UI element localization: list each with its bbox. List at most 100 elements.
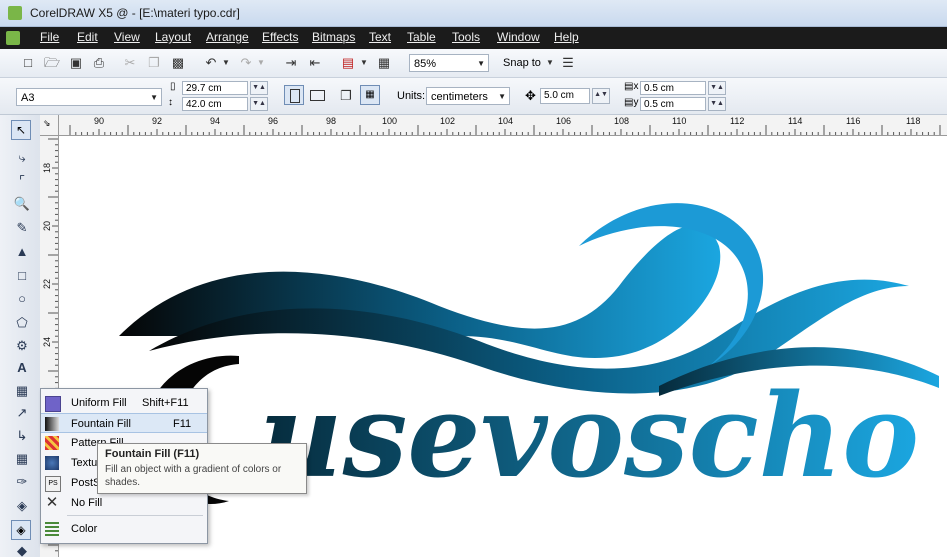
shape-tool-icon[interactable]: ⤷ (13, 149, 31, 167)
nudge-spinner[interactable]: ▲▼ (592, 88, 610, 104)
uniform-fill-item[interactable]: Uniform Fill Shift+F11 (41, 393, 207, 413)
application-launcher-icon[interactable]: ▤ (340, 55, 356, 71)
duplicate-distance-y-field[interactable]: 0.5 cm (640, 97, 706, 111)
ruler-label: 24 (42, 336, 52, 347)
ruler-origin-corner[interactable]: ⇘ (40, 115, 59, 136)
ruler-label: 104 (498, 116, 514, 126)
artwork-word[interactable]: usevoscho (259, 369, 919, 504)
tooltip-description: Fill an object with a gradient of colors… (105, 464, 282, 488)
tooltip-title: Fountain Fill (F11) (105, 448, 200, 460)
current-page-button[interactable]: ▦ (360, 85, 380, 105)
menu-edit[interactable]: Edit (77, 30, 98, 44)
redo-dropdown-icon[interactable]: ▼ (253, 55, 269, 71)
dimension-tool-icon[interactable]: ↗ (13, 404, 31, 422)
cut-icon[interactable]: ✂ (122, 55, 138, 71)
fill-tool-icon[interactable]: ◈ (11, 520, 31, 540)
smart-fill-tool-icon[interactable]: ▲ (13, 243, 31, 261)
connector-tool-icon[interactable]: ↳ (13, 427, 31, 445)
landscape-button[interactable] (310, 90, 325, 101)
page-height-field[interactable]: 42.0 cm (182, 97, 248, 111)
duplicate-distance-x-field[interactable]: 0.5 cm (640, 81, 706, 95)
menu-table[interactable]: Table (407, 30, 436, 44)
units-label: Units: (397, 90, 426, 102)
menu-text[interactable]: Text (369, 30, 391, 44)
no-fill-icon: ✕ (45, 494, 59, 511)
table-tool-icon[interactable]: ▦ (13, 382, 31, 400)
fountain-fill-item[interactable]: Fountain Fill F11 (41, 413, 207, 433)
units-combo[interactable]: centimeters ▼ (426, 87, 510, 105)
no-fill-item[interactable]: ✕ No Fill (41, 493, 207, 513)
menu-help[interactable]: Help (554, 30, 579, 44)
rectangle-tool-icon[interactable]: □ (13, 267, 31, 285)
export-icon[interactable]: ⇤ (307, 55, 323, 71)
ruler-label: 18 (42, 162, 52, 173)
menu-layout[interactable]: Layout (155, 30, 191, 44)
pattern-fill-icon (45, 436, 59, 450)
ruler-label: 22 (42, 278, 52, 289)
portrait-icon (290, 89, 300, 103)
ruler-label: 106 (556, 116, 572, 126)
new-document-icon[interactable]: □ (20, 55, 36, 71)
launcher-dropdown-icon[interactable]: ▼ (356, 55, 372, 71)
paste-icon[interactable]: ▩ (170, 55, 186, 71)
color-docker-item[interactable]: Color (41, 519, 207, 539)
page-height-spinner[interactable]: ▼▲ (250, 97, 268, 111)
copy-icon[interactable]: ❐ (146, 55, 162, 71)
eyedropper-tool-icon[interactable]: ✑ (13, 473, 31, 491)
horizontal-ruler-ticks (69, 125, 941, 135)
snap-to-button[interactable]: Snap to (503, 57, 541, 69)
nudge-distance-field[interactable]: 5.0 cm (540, 88, 590, 104)
document-menu-icon[interactable] (6, 31, 20, 45)
page-width-icon: ▯ (170, 81, 176, 92)
undo-dropdown-icon[interactable]: ▼ (218, 55, 234, 71)
blend-tool-icon[interactable]: ▦ (13, 450, 31, 468)
ruler-label: 96 (268, 116, 279, 126)
duplicate-x-icon: ▤x (624, 81, 639, 92)
zoom-value: 85% (414, 58, 437, 70)
redo-icon[interactable]: ↷ (238, 55, 254, 71)
duplicate-x-spinner[interactable]: ▼▲ (708, 81, 726, 95)
crop-tool-icon[interactable]: ⌜ (13, 172, 31, 190)
ellipse-tool-icon[interactable]: ○ (13, 290, 31, 308)
page-size-combo[interactable]: A3 ▼ (16, 88, 162, 106)
freehand-tool-icon[interactable]: ✎ (13, 219, 31, 237)
snap-to-dropdown-icon[interactable]: ▼ (542, 55, 558, 71)
duplicate-y-spinner[interactable]: ▼▲ (708, 97, 726, 111)
portrait-button[interactable] (284, 85, 304, 105)
page-width-field[interactable]: 29.7 cm (182, 81, 248, 95)
menu-file[interactable]: File (40, 30, 59, 44)
zoom-tool-icon[interactable]: 🔍 (13, 195, 31, 213)
menu-bitmaps[interactable]: Bitmaps (312, 30, 355, 44)
save-icon[interactable]: ▣ (68, 55, 84, 71)
options-icon[interactable]: ☰ (560, 55, 576, 71)
zoom-levels-combo[interactable]: 85% ▼ (409, 54, 489, 72)
welcome-screen-icon[interactable]: ▦ (376, 55, 392, 71)
ruler-label: 100 (382, 116, 398, 126)
uniform-fill-icon (45, 396, 61, 412)
ruler-origin-icon: ⇘ (43, 118, 51, 128)
color-docker-icon (45, 522, 59, 536)
open-icon[interactable]: 🗁 (44, 55, 60, 71)
window-title: CorelDRAW X5 @ - [E:\materi typo.cdr] (30, 6, 240, 20)
menu-window[interactable]: Window (497, 30, 540, 44)
pick-tool-icon[interactable]: ↖ (11, 120, 31, 140)
all-pages-icon[interactable]: ❐ (338, 88, 354, 104)
menu-effects[interactable]: Effects (262, 30, 298, 44)
basic-shapes-tool-icon[interactable]: ⚙ (13, 337, 31, 355)
text-tool-icon[interactable]: A (13, 359, 31, 377)
print-icon[interactable]: ⎙ (91, 55, 107, 71)
undo-icon[interactable]: ↶ (203, 55, 219, 71)
ruler-label: 108 (614, 116, 630, 126)
page-width-spinner[interactable]: ▼▲ (250, 81, 268, 95)
menu-arrange[interactable]: Arrange (206, 30, 249, 44)
menu-tools[interactable]: Tools (452, 30, 480, 44)
ruler-label: 98 (326, 116, 337, 126)
chevron-down-icon: ▼ (498, 92, 506, 101)
outline-tool-icon[interactable]: ◈ (13, 497, 31, 515)
polygon-tool-icon[interactable]: ⬠ (13, 314, 31, 332)
interactive-fill-tool-icon[interactable]: ◆ (13, 542, 31, 560)
menu-view[interactable]: View (114, 30, 140, 44)
horizontal-ruler[interactable]: 90 92 94 96 98 100 102 104 106 108 110 1… (40, 115, 947, 136)
import-icon[interactable]: ⇥ (283, 55, 299, 71)
ruler-label: 20 (42, 220, 52, 231)
